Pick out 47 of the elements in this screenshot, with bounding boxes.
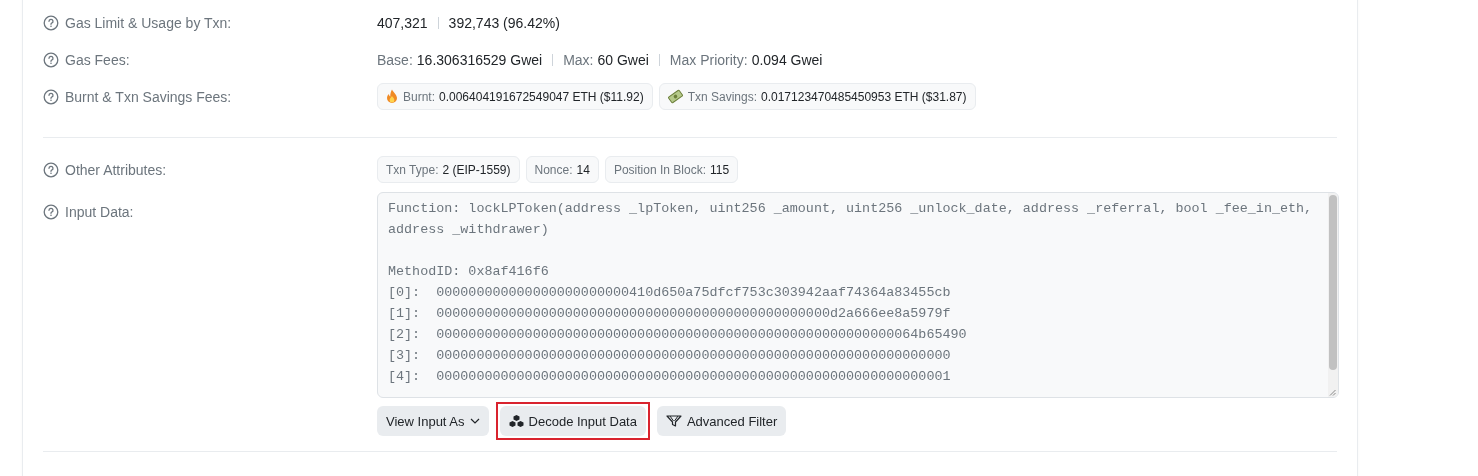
field-label: Max Priority:: [669, 52, 748, 68]
badge-value: 2 (EIP-1559): [442, 162, 511, 177]
badge-label: Txn Type:: [386, 162, 439, 177]
badge-label: Nonce:: [534, 162, 573, 177]
field-value: 407,321: [377, 15, 428, 31]
decode-button[interactable]: Decode Input Data: [495, 402, 650, 440]
field-value: 60 Gwei: [597, 52, 649, 68]
code-line: address _withdrawer): [388, 221, 550, 239]
chevron-down-icon: [469, 418, 480, 424]
badge-value: 0.017123470485450953 ETH ($31.87): [761, 89, 967, 104]
field-label: Base:: [377, 52, 413, 68]
badge-label: Position In Block:: [613, 162, 706, 177]
field-label: Input Data:: [65, 204, 134, 220]
code-line: [1]: 0000000000000000000000000000000000000000000000000d2a666ee8a5979f: [388, 305, 952, 323]
code-line: [4]: 0000000000000000000000000000000000000000000000000000000000000001: [388, 368, 952, 386]
help-icon: [43, 15, 59, 31]
help-icon: [43, 204, 59, 220]
cubes-icon: [508, 414, 524, 428]
code-line: [2]: 000000000000000000000000000000000000000000000000000000000064b65490: [388, 326, 968, 344]
help-icon: [43, 52, 59, 68]
filter-button[interactable]: Advanced Filter: [656, 406, 787, 436]
dropdown-button[interactable]: View Input As: [377, 406, 489, 436]
badge-value: 115: [709, 162, 730, 177]
code-line: MethodID: 0x8af416f6: [388, 263, 550, 281]
field-value: 392,743 (96.42%): [448, 15, 560, 31]
resize-handle-icon: [1329, 389, 1336, 396]
scrollbar[interactable]: [1328, 193, 1338, 397]
help-icon: [43, 89, 59, 105]
field-label: Burnt & Txn Savings Fees:: [65, 89, 232, 105]
code-line: [0]: 000000000000000000000000410d650a75dfcf753c303942aaf74364a83455cb: [388, 284, 952, 302]
money-icon: [667, 89, 683, 104]
help-icon: [43, 162, 59, 178]
field-value: 0.094 Gwei: [751, 52, 823, 68]
filter-icon: [665, 415, 682, 427]
field-label: Gas Limit & Usage by Txn:: [65, 15, 232, 31]
input-data-field[interactable]: [377, 192, 1339, 398]
badge-value: 0.006404191672549047 ETH ($11.92): [439, 89, 644, 104]
code-line: Function: lockLPToken(address _lpToken, uint256 _amount, uint256 _unlock_date, address _referral, bool _fee_in_eth,: [388, 200, 1314, 218]
badge-label: Burnt:: [403, 89, 435, 104]
badge-value: 14: [576, 162, 590, 177]
field-label: Other Attributes:: [65, 162, 167, 178]
flame-icon: [386, 89, 398, 104]
field-label: Gas Fees:: [65, 52, 130, 68]
field-value: 16.306316529 Gwei: [416, 52, 543, 68]
code-line: [3]: 0000000000000000000000000000000000000000000000000000000000000000: [388, 347, 952, 365]
field-label: Max:: [563, 52, 594, 68]
badge-label: Txn Savings:: [687, 89, 757, 104]
